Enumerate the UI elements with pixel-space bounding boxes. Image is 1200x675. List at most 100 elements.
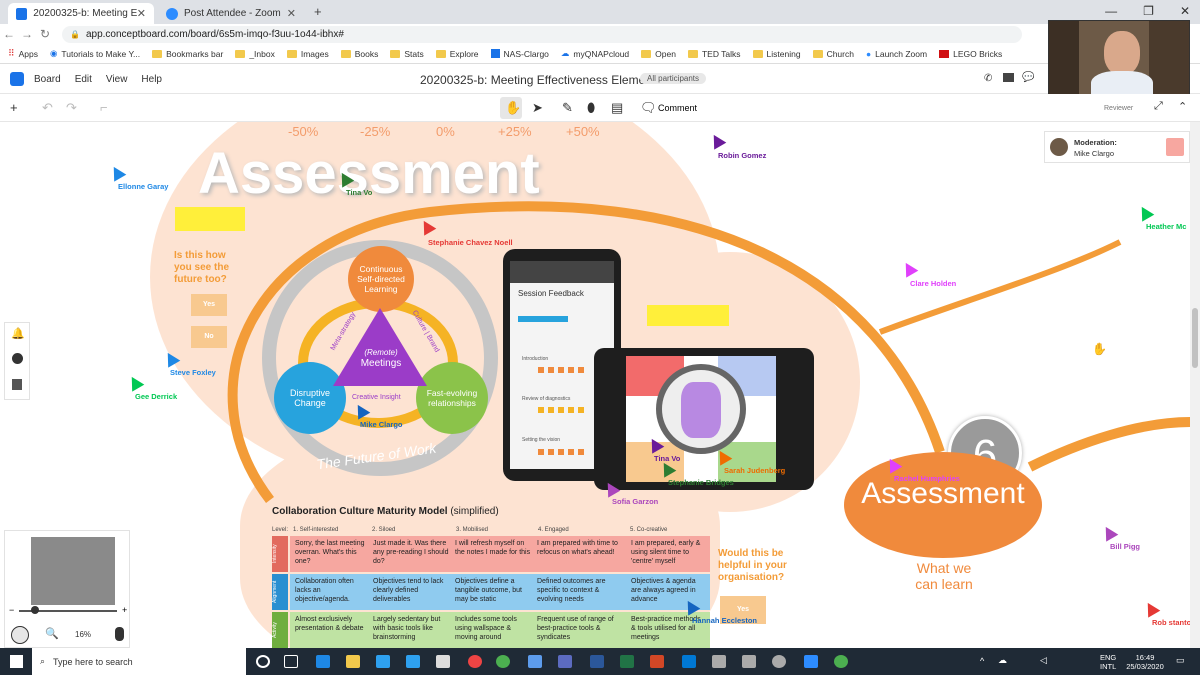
comment-label[interactable]: Comment xyxy=(658,103,697,113)
conceptboard-logo-icon[interactable] xyxy=(10,72,24,86)
powerpoint-icon[interactable] xyxy=(650,655,664,668)
pen-icon[interactable]: ✎ xyxy=(562,100,573,116)
cortana-icon[interactable] xyxy=(256,655,270,668)
bell-icon[interactable]: 🔔 xyxy=(11,327,25,340)
check-icon[interactable] xyxy=(12,353,23,364)
menu-view[interactable]: View xyxy=(106,74,128,85)
close-tab-icon[interactable]: ✕ xyxy=(137,7,146,20)
app-icon[interactable] xyxy=(834,655,848,668)
bookmark-item[interactable]: Books xyxy=(340,49,378,59)
maximize-icon[interactable]: ❐ xyxy=(1143,4,1154,18)
zoom-in-icon[interactable]: + xyxy=(122,605,127,615)
zoom-level[interactable]: 16% xyxy=(75,630,91,639)
bookmark-item[interactable]: ◉ Tutorials to Make Y... xyxy=(50,48,140,59)
notification-icon[interactable]: ▭ xyxy=(1176,655,1185,666)
pointer-icon[interactable]: ➤ xyxy=(532,100,543,116)
text-icon[interactable]: ▤ xyxy=(611,100,623,116)
yes-button[interactable]: Yes xyxy=(191,294,227,316)
bookmark-item[interactable]: NAS-Clargo xyxy=(490,49,549,59)
moderation-stop-button[interactable] xyxy=(1166,138,1184,156)
forward-icon[interactable]: → xyxy=(18,27,36,41)
menu-board[interactable]: Board xyxy=(34,74,61,85)
bookmark-item[interactable]: Listening xyxy=(752,49,801,59)
edge-icon[interactable] xyxy=(316,655,330,668)
zoom-slider-handle[interactable] xyxy=(31,606,39,614)
volume-icon[interactable]: ◁ xyxy=(1040,655,1047,666)
url-field[interactable]: 🔒 app.conceptboard.com/board/6s5m-imqo-f… xyxy=(62,25,1022,43)
add-icon[interactable]: + xyxy=(10,100,18,115)
sticky-note[interactable] xyxy=(175,207,245,231)
windows-start-icon[interactable] xyxy=(10,655,23,668)
bookmark-item[interactable]: Explore xyxy=(435,49,479,59)
new-tab-button[interactable]: + xyxy=(314,4,322,19)
outlook-icon[interactable] xyxy=(682,655,696,668)
file-explorer-icon[interactable] xyxy=(346,655,360,668)
bookmark-item[interactable]: ☁ myQNAPcloud xyxy=(561,48,629,59)
bookmark-item[interactable]: Bookmarks bar xyxy=(152,49,223,59)
reload-icon[interactable]: ↻ xyxy=(36,27,54,41)
eraser-icon[interactable]: ⬮ xyxy=(587,100,595,116)
undo-icon[interactable]: ↶ xyxy=(42,100,53,116)
fullscreen-icon[interactable]: ⤢ xyxy=(1154,100,1163,113)
app-icon[interactable] xyxy=(712,655,726,668)
app-icon[interactable] xyxy=(772,655,786,668)
app-icon[interactable] xyxy=(528,655,542,668)
vertical-scrollbar[interactable] xyxy=(1190,122,1200,648)
network-icon[interactable]: ☁ xyxy=(998,655,1007,666)
participants-pill[interactable]: All participants xyxy=(640,73,707,84)
phone-item: Introduction xyxy=(522,356,549,362)
sticky-note[interactable] xyxy=(647,305,729,326)
bookmark-apps[interactable]: ⠿ Apps xyxy=(8,48,38,59)
collapse-icon[interactable]: ⌃ xyxy=(1178,100,1187,113)
bookmark-item[interactable]: Open xyxy=(641,49,676,59)
bookmark-item[interactable]: _Inbox xyxy=(235,49,275,59)
participant-face xyxy=(1104,31,1140,75)
zoom-icon[interactable] xyxy=(804,655,818,668)
language-indicator[interactable]: ENG INTL xyxy=(1100,653,1116,671)
list-icon[interactable] xyxy=(12,379,22,390)
scrollbar-thumb[interactable] xyxy=(1192,308,1198,368)
teams-icon[interactable] xyxy=(558,655,572,668)
chrome-active-icon[interactable] xyxy=(496,655,510,668)
reviewer-label[interactable]: Reviewer xyxy=(1104,105,1133,112)
bookmark-item[interactable]: ● Launch Zoom xyxy=(866,49,927,59)
zoom-magnifier-icon[interactable]: 🔍 xyxy=(45,627,59,640)
format-painter-icon[interactable]: ⌐ xyxy=(100,100,108,115)
clock[interactable]: 16:49 25/03/2020 xyxy=(1124,653,1166,671)
task-view-icon[interactable] xyxy=(284,655,298,668)
screen-share-icon[interactable] xyxy=(1003,73,1014,82)
menu-edit[interactable]: Edit xyxy=(75,74,92,85)
app-icon[interactable] xyxy=(742,655,756,668)
word-icon[interactable] xyxy=(590,655,604,668)
no-button[interactable]: No xyxy=(191,326,227,348)
redo-icon[interactable]: ↷ xyxy=(66,100,77,116)
back-icon[interactable]: ← xyxy=(0,27,18,41)
minimap-preview[interactable] xyxy=(31,537,115,605)
chrome-icon[interactable] xyxy=(468,655,482,668)
board-canvas[interactable]: -50% -25% 0% +25% +50% Assessment Is thi… xyxy=(0,122,1190,648)
bookmark-item[interactable]: TED Talks xyxy=(687,49,741,59)
close-tab-icon[interactable]: ✕ xyxy=(287,7,296,20)
app-icon[interactable] xyxy=(436,655,450,668)
tray-chevron-icon[interactable]: ^ xyxy=(980,656,984,666)
comment-icon[interactable]: 🗨 xyxy=(640,100,657,116)
phone-icon[interactable]: ✆ xyxy=(984,73,992,84)
mail-icon[interactable] xyxy=(406,655,420,668)
bookmark-item[interactable]: Images xyxy=(286,49,329,59)
bookmark-item[interactable]: LEGO Bricks xyxy=(939,49,1002,59)
tab-meeting-effectiveness[interactable]: 20200325-b: Meeting Effectivene ✕ xyxy=(8,3,154,24)
minimize-icon[interactable]: — xyxy=(1105,4,1117,18)
bookmark-item[interactable]: Stats xyxy=(390,49,424,59)
tab-zoom[interactable]: Post Attendee - Zoom ✕ xyxy=(158,3,304,24)
mouse-icon[interactable] xyxy=(115,627,124,641)
zoom-out-icon[interactable]: − xyxy=(9,605,14,615)
store-icon[interactable] xyxy=(376,655,390,668)
close-window-icon[interactable]: ✕ xyxy=(1180,4,1190,18)
menu-help[interactable]: Help xyxy=(141,74,162,85)
excel-icon[interactable] xyxy=(620,655,634,668)
board-title[interactable]: 20200325-b: Meeting Effectiveness Elemen… xyxy=(420,73,661,87)
bookmark-item[interactable]: Church xyxy=(812,49,854,59)
chat-icon[interactable]: 💬 xyxy=(1022,72,1034,83)
taskbar-search-box[interactable]: ⌕ Type here to search xyxy=(32,648,246,675)
compass-icon[interactable] xyxy=(11,626,29,644)
